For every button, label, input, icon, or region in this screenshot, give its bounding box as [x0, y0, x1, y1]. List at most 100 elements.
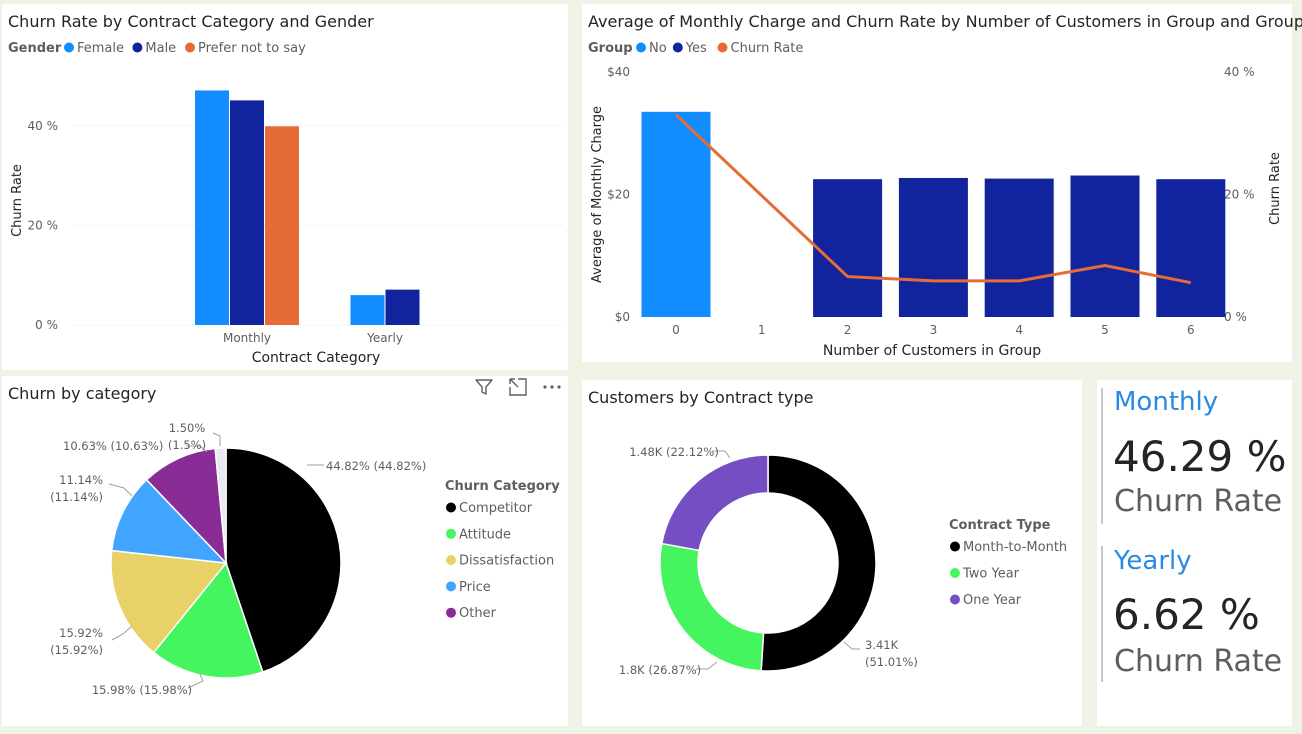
legend-title: Group — [588, 41, 633, 56]
legend-label: Competitor — [459, 501, 533, 516]
y2-axis-label: Churn Rate — [1268, 152, 1283, 225]
x-tick-label: Monthly — [223, 331, 271, 345]
group-charge-panel: Average of Monthly Charge and Churn Rate… — [582, 4, 1302, 362]
kpi-monthly-title: Monthly — [1114, 387, 1219, 417]
donut-slice-month-to-month — [760, 454, 877, 672]
leader-line — [843, 641, 860, 650]
donut-slice-two year — [659, 542, 765, 672]
x-tick-label: 3 — [930, 323, 938, 337]
donut-slice-one year — [660, 454, 769, 552]
leader-line — [111, 625, 133, 641]
y-axis-label: Churn Rate — [10, 164, 25, 237]
legend-marker — [636, 42, 646, 53]
x-tick-label: 2 — [844, 323, 852, 337]
legend-label: One Year — [963, 593, 1022, 608]
y-axis-label: Average of Monthly Charge — [590, 106, 605, 283]
pie-data-label: 11.14% — [59, 473, 103, 487]
leader-line — [212, 432, 221, 446]
y2-tick-label: 0 % — [1224, 310, 1247, 324]
legend-marker — [672, 42, 683, 53]
y-tick-label: 0 % — [35, 318, 58, 332]
churn-category-chart[interactable]: 44.82% (44.82%) 15.98% (15.98%) 15.92% (15.… — [2, 376, 568, 726]
bar-female — [350, 295, 385, 325]
bar-group-yes — [898, 177, 968, 317]
legend-title: Contract Type — [949, 518, 1051, 533]
y-tick-label: 20 % — [28, 218, 59, 232]
churn-gender-panel: Churn Rate by Contract Category and Gend… — [2, 4, 568, 370]
bar-male — [230, 100, 264, 325]
pie-data-label: 44.82% (44.82%) — [326, 459, 426, 473]
donut-data-label: 1.48K (22.12%) — [629, 445, 719, 459]
pie-data-label: 15.92% — [59, 626, 103, 640]
churn-category-panel: Churn by category 44.82% (44.82%) 15.98% … — [2, 376, 568, 726]
kpi-yearly-value: 6.62 % — [1113, 590, 1260, 639]
legend-title: Gender — [8, 41, 62, 56]
pie-data-label: (15.92%) — [50, 643, 103, 657]
donut-data-label: (51.01%) — [865, 655, 918, 669]
legend-marker — [132, 42, 143, 53]
x-tick-label: 6 — [1187, 323, 1195, 337]
y2-tick-label: 40 % — [1224, 65, 1255, 79]
legend-title: Churn Category — [445, 479, 560, 494]
legend-marker — [717, 42, 728, 53]
y-tick-label: 40 % — [28, 119, 59, 133]
legend-label: Prefer not to say — [198, 41, 306, 56]
x-tick-label: 1 — [758, 323, 766, 337]
group-charge-chart[interactable]: $0 $20 $40 0 % 20 % 40 % Average of Monthly Ch… — [582, 4, 1292, 362]
legend-marker — [446, 528, 456, 539]
legend-label: Price — [459, 580, 491, 595]
y-tick-label: $40 — [607, 65, 630, 79]
y2-tick-label: 20 % — [1224, 188, 1255, 202]
pie-data-label: (1.5%) — [168, 438, 206, 452]
kpi-panel: Monthly 46.29 % Churn Rate Yearly 6.62 %… — [1097, 380, 1292, 726]
legend-marker — [446, 502, 456, 513]
legend-label: Female — [77, 41, 124, 56]
bar-group-yes — [1070, 175, 1140, 317]
x-axis-label: Contract Category — [252, 350, 381, 366]
x-tick-label: Yearly — [366, 331, 403, 345]
kpi-monthly-value: 46.29 % — [1113, 432, 1287, 481]
legend-label: Male — [145, 41, 176, 56]
kpi-yearly-title: Yearly — [1114, 546, 1192, 576]
x-tick-label: 4 — [1015, 323, 1023, 337]
churn-gender-chart[interactable]: 0 % 20 % 40 % Churn Rate Contract Category Mo… — [2, 4, 568, 370]
legend-label: Month-to-Month — [963, 540, 1067, 555]
legend-label: Two Year — [962, 567, 1020, 582]
legend-label: Dissatisfaction — [459, 554, 554, 569]
contract-type-panel: Customers by Contract type 3.41K (51.01%)… — [582, 380, 1082, 726]
legend-label: Churn Rate — [731, 41, 804, 56]
legend-marker — [950, 594, 960, 605]
bar-group-yes — [984, 178, 1054, 317]
bar-prefer-not-to-say — [265, 126, 299, 325]
legend-marker — [446, 581, 456, 592]
x-tick-label: 5 — [1101, 323, 1109, 337]
donut-data-label: 1.8K (26.87%) — [619, 663, 701, 677]
pie-data-label: 10.63% (10.63%) — [63, 439, 163, 453]
legend-marker — [950, 541, 960, 552]
bar-group-no — [641, 111, 711, 317]
legend-label: Yes — [685, 41, 707, 56]
bar-group-yes — [1156, 179, 1226, 317]
kpi-yearly-divider — [1101, 546, 1103, 682]
pie-data-label: 1.50% — [169, 421, 206, 435]
legend-marker — [446, 607, 456, 618]
x-tick-label: 0 — [672, 323, 680, 337]
legend-label: No — [649, 41, 667, 56]
kpi-monthly-divider — [1101, 388, 1103, 524]
legend-marker — [64, 42, 74, 53]
bar-male — [385, 289, 420, 325]
contract-type-chart[interactable]: 3.41K (51.01%) 1.8K (26.87%) 1.48K (22.12%)… — [582, 380, 1082, 726]
bar-female — [195, 90, 229, 325]
pie-data-label: (11.14%) — [50, 490, 103, 504]
leader-line — [108, 483, 133, 497]
legend-marker — [185, 42, 195, 53]
y-tick-label: $0 — [615, 310, 630, 324]
pie-data-label: 15.98% (15.98%) — [92, 683, 192, 697]
kpi-monthly-label: Churn Rate — [1114, 484, 1283, 519]
legend-label: Attitude — [459, 527, 511, 542]
y-tick-label: $20 — [607, 188, 630, 202]
legend-marker — [446, 555, 456, 566]
bar-group-yes — [813, 179, 883, 317]
legend-label: Other — [459, 606, 497, 621]
x-axis-label: Number of Customers in Group — [823, 343, 1041, 359]
